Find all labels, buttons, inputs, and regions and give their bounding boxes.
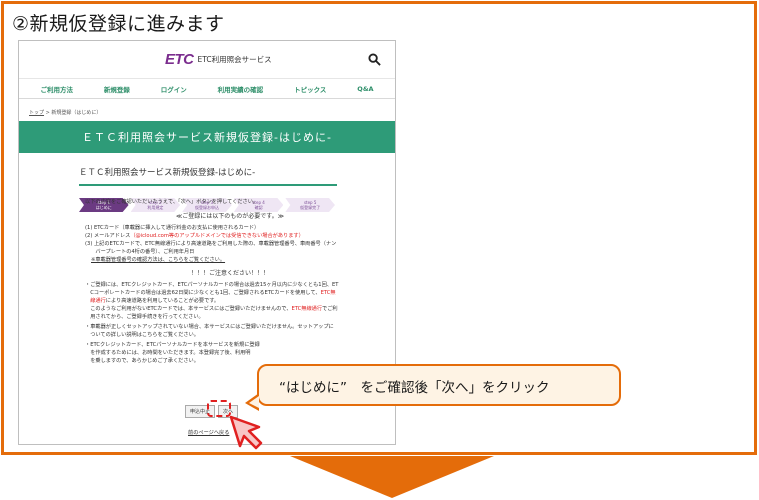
nav-login[interactable]: ログイン [161,84,187,94]
callout-text: “はじめに” をご確認後「次へ」をクリック [279,380,550,396]
notice-body: 以下の内容をご確認いただいたうえで、「次へ」ボタンを押してください。 ≪ご登録に… [85,198,375,365]
down-arrow-icon [290,456,494,498]
breadcrumb-home[interactable]: トップ [29,110,44,116]
caution-1: ・ご登録には、ETCクレジットカード、ETCパーソナルカードの場合は過去15ヶ月… [85,282,339,320]
nav-usage[interactable]: ご利用方法 [40,84,73,94]
next-button-highlight [207,400,231,417]
click-pointer-icon [229,415,263,450]
breadcrumb: トップ > 新規登録（はじめに） [29,110,102,116]
breadcrumb-current: 新規登録（はじめに） [51,110,102,116]
caution-2: ・車載器が正しくセットアップされていない場合、本サービスにはご登録いただけません… [85,324,334,338]
site-header: ETC ETC利用照会サービス [19,41,395,79]
nav-history[interactable]: 利用実績の確認 [218,84,264,94]
intro-text: 以下の内容をご確認いただいたうえで、「次へ」ボタンを押してください。 [85,199,259,205]
page-title: ＥＴＣ利用照会サービス新規仮登録-はじめに- [79,166,337,186]
tutorial-slide: ②新規仮登録に進みます ETC ETC利用照会サービス ご利用方法 新規登録 ロ… [0,0,759,500]
caution-3: ・ETCクレジットカード、ETCパーソナルカードを本サービスを新規に登録 を作成… [85,342,260,364]
nav-register[interactable]: 新規登録 [104,84,130,94]
main-nav: ご利用方法 新規登録 ログイン 利用実績の確認 トピックス Q&A [19,79,395,99]
instruction-callout: “はじめに” をご確認後「次へ」をクリック [257,364,621,406]
etc-logo-mark: ETC [165,51,194,68]
requirement-1: (1) ETCカード（車載器に挿入して通行料金のお支払に使用されるカード） [85,225,260,231]
requirement-2: (2) メールアドレス（@icloud.com等のアップルドメインでは受信できな… [85,233,304,239]
nav-qa[interactable]: Q&A [357,85,373,93]
nav-topics[interactable]: トピックス [294,84,326,94]
back-link[interactable]: 前のページへ戻る [188,429,229,437]
caution-heading: ！！！ご注意ください！！！ [190,270,269,277]
step-heading: ②新規仮登録に進みます [12,13,225,35]
page-banner: ＥＴＣ利用照会サービス新規仮登録-はじめに- [19,121,395,153]
search-icon[interactable] [368,53,381,66]
site-name: ETC利用照会サービス [197,55,272,64]
management-number-link[interactable]: ※車載器管理番号の確認方法は、こちらをご覧ください。 [85,256,375,264]
site-logo[interactable]: ETC ETC利用照会サービス [165,51,272,68]
required-heading: ≪ご登録には以下のものが必要です。≫ [176,213,284,220]
requirement-3: (3) 上記のETCカードで、ETC無線通行により高速道路をご利用した際の、車載… [85,241,337,255]
